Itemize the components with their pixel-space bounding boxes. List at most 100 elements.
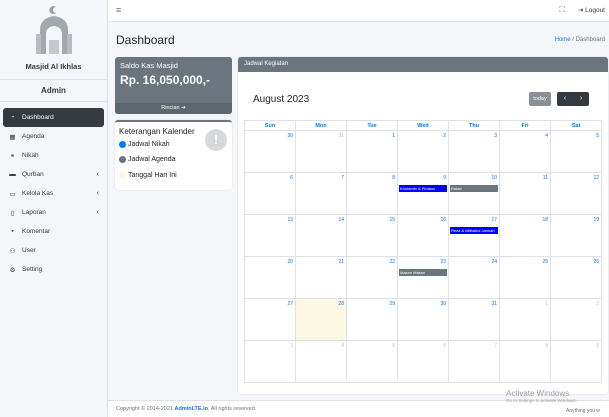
day-number[interactable]: 21 — [338, 259, 344, 265]
calendar-day-cell[interactable]: 30 — [245, 131, 296, 172]
calendar-event[interactable]: Makan Makan — [399, 269, 447, 276]
calendar-day-cell[interactable]: 3 — [449, 131, 500, 172]
day-number[interactable]: 13 — [287, 217, 293, 223]
day-number[interactable]: 25 — [542, 259, 548, 265]
fullscreen-icon[interactable]: ⛶ — [559, 5, 565, 15]
calendar-day-cell[interactable]: 12 — [551, 173, 602, 214]
day-number[interactable]: 19 — [593, 217, 599, 223]
calendar-event[interactable]: Ratab — [450, 185, 498, 192]
day-number[interactable]: 5 — [596, 133, 599, 139]
calendar-day-cell[interactable]: 20 — [245, 257, 296, 298]
breadcrumb-home-link[interactable]: Home — [555, 37, 571, 43]
day-number[interactable]: 4 — [545, 133, 548, 139]
sidebar-item-nikah[interactable]: ⚭ Nikah — [3, 146, 104, 165]
day-number[interactable]: 24 — [491, 259, 497, 265]
day-number[interactable]: 16 — [440, 217, 446, 223]
sidebar-item-qurban[interactable]: ▬ Qurban ‹ — [3, 165, 104, 184]
calendar-day-cell[interactable]: 9 Khotamin & Firdaus — [398, 173, 449, 214]
calendar-day-cell[interactable]: 16 — [398, 215, 449, 256]
day-number[interactable]: 31 — [491, 301, 497, 307]
calendar-day-cell[interactable]: 5 — [347, 341, 398, 382]
calendar-day-cell[interactable]: 14 — [296, 215, 347, 256]
menu-toggle-icon[interactable]: ≡ — [116, 5, 121, 15]
calendar-day-cell[interactable]: 18 — [500, 215, 551, 256]
calendar-day-cell[interactable]: 8 — [500, 341, 551, 382]
day-number[interactable]: 30 — [440, 301, 446, 307]
calendar-day-cell[interactable]: 31 — [296, 131, 347, 172]
calendar-day-cell[interactable]: 30 — [398, 299, 449, 340]
footer-brand-link[interactable]: AdminLTE.io — [174, 406, 208, 412]
day-number[interactable]: 27 — [287, 301, 293, 307]
day-number[interactable]: 11 — [543, 175, 548, 181]
calendar-day-cell[interactable]: 29 — [347, 299, 398, 340]
calendar-day-cell[interactable]: 6 — [398, 341, 449, 382]
day-number[interactable]: 6 — [443, 343, 446, 349]
prev-month-button[interactable]: ‹ — [557, 92, 573, 106]
day-number[interactable]: 15 — [389, 217, 395, 223]
calendar-day-cell[interactable]: 17 Reza & Mifbahul Jannah — [449, 215, 500, 256]
day-number[interactable]: 1 — [392, 133, 395, 139]
day-number[interactable]: 9 — [443, 175, 446, 181]
user-name[interactable]: Admin — [0, 80, 107, 102]
calendar-day-cell[interactable]: 4 — [296, 341, 347, 382]
calendar-day-cell[interactable]: 4 — [500, 131, 551, 172]
day-number[interactable]: 14 — [338, 217, 344, 223]
day-number[interactable]: 20 — [287, 259, 293, 265]
day-number[interactable]: 8 — [545, 343, 548, 349]
day-number[interactable]: 3 — [494, 133, 497, 139]
calendar-day-cell[interactable]: 7 — [296, 173, 347, 214]
calendar-day-cell[interactable]: 5 — [551, 131, 602, 172]
calendar-day-cell[interactable]: 25 — [500, 257, 551, 298]
logout-button[interactable]: ⇥ Logout — [578, 6, 605, 14]
day-number[interactable]: 2 — [596, 301, 599, 307]
sidebar-item-dashboard[interactable]: ◔ Dashboard — [3, 108, 104, 127]
calendar-event[interactable]: Khotamin & Firdaus — [399, 185, 447, 192]
calendar-day-cell[interactable]: 1 — [500, 299, 551, 340]
day-number[interactable]: 29 — [389, 301, 395, 307]
day-number[interactable]: 7 — [494, 343, 497, 349]
calendar-day-cell[interactable]: 13 — [245, 215, 296, 256]
day-number[interactable]: 10 — [491, 175, 497, 181]
calendar-day-cell[interactable]: 26 — [551, 257, 602, 298]
sidebar-item-setting[interactable]: ⚙ Setting — [3, 260, 104, 279]
day-number[interactable]: 4 — [341, 343, 344, 349]
day-number[interactable]: 28 — [338, 301, 344, 307]
calendar-day-cell[interactable]: 28 — [296, 299, 347, 340]
day-number[interactable]: 30 — [287, 133, 293, 139]
rincian-link[interactable]: Rincian ➔ — [115, 103, 232, 114]
sidebar-item-kelola-kas[interactable]: ▭ Kelola Kas ‹ — [3, 184, 104, 203]
calendar-day-cell[interactable]: 31 — [449, 299, 500, 340]
calendar-day-cell[interactable]: 2 — [398, 131, 449, 172]
sidebar-item-user[interactable]: ⚇ User — [3, 241, 104, 260]
calendar-day-cell[interactable]: 2 — [551, 299, 602, 340]
calendar-event[interactable]: Reza & Mifbahul Jannah — [450, 227, 498, 234]
calendar-day-cell[interactable]: 23 Makan Makan — [398, 257, 449, 298]
day-number[interactable]: 6 — [290, 175, 293, 181]
calendar-day-cell[interactable]: 15 — [347, 215, 398, 256]
day-number[interactable]: 23 — [440, 259, 446, 265]
day-number[interactable]: 2 — [443, 133, 446, 139]
calendar-day-cell[interactable]: 10 Ratab — [449, 173, 500, 214]
calendar-day-cell[interactable]: 27 — [245, 299, 296, 340]
day-number[interactable]: 5 — [392, 343, 395, 349]
day-number[interactable]: 3 — [290, 343, 293, 349]
day-number[interactable]: 1 — [545, 301, 548, 307]
sidebar-item-agenda[interactable]: ▦ Agenda — [3, 127, 104, 146]
day-number[interactable]: 9 — [596, 343, 599, 349]
day-number[interactable]: 18 — [542, 217, 548, 223]
calendar-day-cell[interactable]: 9 — [551, 341, 602, 382]
day-number[interactable]: 22 — [389, 259, 395, 265]
calendar-day-cell[interactable]: 24 — [449, 257, 500, 298]
today-button[interactable]: today — [529, 92, 551, 106]
calendar-day-cell[interactable]: 7 — [449, 341, 500, 382]
calendar-day-cell[interactable]: 8 — [347, 173, 398, 214]
day-number[interactable]: 31 — [338, 133, 344, 139]
calendar-day-cell[interactable]: 22 — [347, 257, 398, 298]
day-number[interactable]: 8 — [392, 175, 395, 181]
day-number[interactable]: 7 — [341, 175, 344, 181]
day-number[interactable]: 17 — [491, 217, 497, 223]
day-number[interactable]: 26 — [593, 259, 599, 265]
calendar-day-cell[interactable]: 21 — [296, 257, 347, 298]
calendar-day-cell[interactable]: 11 — [500, 173, 551, 214]
calendar-day-cell[interactable]: 6 — [245, 173, 296, 214]
